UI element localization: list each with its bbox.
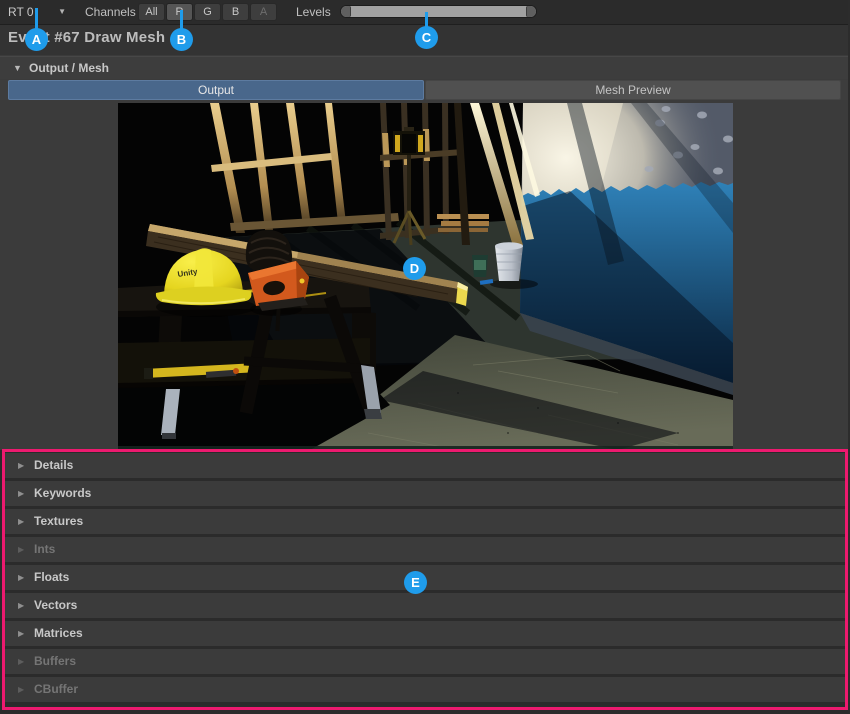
- foldout-keywords[interactable]: ▶Keywords: [4, 481, 846, 506]
- channel-a-button: A: [250, 3, 277, 21]
- foldout-collapsed-icon: ▶: [18, 537, 24, 562]
- levels-label: Levels: [296, 0, 331, 24]
- render-target-dropdown[interactable]: RT 0 ▼: [4, 2, 70, 22]
- foldout-collapsed-icon: ▶: [18, 509, 24, 534]
- channel-b-button[interactable]: B: [222, 3, 249, 21]
- frame-debugger-window: RT 0 ▼ Channels All R G B A Levels Event…: [0, 0, 850, 714]
- foldout-collapsed-icon: ▶: [18, 481, 24, 506]
- levels-slider-fill: [341, 6, 536, 17]
- levels-slider-max-handle[interactable]: [526, 6, 536, 17]
- foldout-collapsed-icon: ▶: [18, 453, 24, 478]
- output-render-preview: Unity: [118, 103, 733, 450]
- toolbar: RT 0 ▼ Channels All R G B A Levels: [0, 0, 848, 25]
- output-mesh-foldout[interactable]: ▼ Output / Mesh: [0, 56, 848, 79]
- foldout-collapsed-icon: ▶: [18, 593, 24, 618]
- foldout-cbuffer: ▶CBuffer: [4, 677, 846, 702]
- event-title: Event #67 Draw Mesh: [8, 29, 165, 46]
- foldout-buffers: ▶Buffers: [4, 649, 846, 674]
- foldout-collapsed-icon: ▶: [18, 565, 24, 590]
- foldout-expanded-icon: ▼: [13, 57, 22, 79]
- foldout-details[interactable]: ▶Details: [4, 453, 846, 478]
- foldout-matrices[interactable]: ▶Matrices: [4, 621, 846, 646]
- render-scene: Unity: [118, 103, 733, 450]
- foldout-collapsed-icon: ▶: [18, 621, 24, 646]
- levels-slider-min-handle[interactable]: [341, 6, 351, 17]
- foldout-vectors[interactable]: ▶Vectors: [4, 593, 846, 618]
- foldout-ints: ▶Ints: [4, 537, 846, 562]
- render-target-label: RT 0: [8, 2, 34, 22]
- foldout-collapsed-icon: ▶: [18, 649, 24, 674]
- channel-g-button[interactable]: G: [194, 3, 221, 21]
- channel-r-button[interactable]: R: [166, 3, 193, 21]
- foldout-floats[interactable]: ▶Floats: [4, 565, 846, 590]
- output-mesh-label: Output / Mesh: [29, 57, 109, 79]
- foldout-collapsed-icon: ▶: [18, 677, 24, 702]
- tab-output[interactable]: Output: [8, 80, 424, 100]
- tab-mesh-preview[interactable]: Mesh Preview: [425, 80, 841, 100]
- property-foldouts: ▶Details ▶Keywords ▶Textures ▶Ints ▶Floa…: [0, 450, 848, 714]
- channel-all-button[interactable]: All: [138, 3, 165, 21]
- channel-buttons: All R G B A: [138, 3, 277, 21]
- preview-tabs: Output Mesh Preview: [0, 80, 848, 100]
- chevron-down-icon: ▼: [58, 2, 66, 22]
- foldout-textures[interactable]: ▶Textures: [4, 509, 846, 534]
- event-title-strip: Event #67 Draw Mesh: [0, 25, 848, 55]
- levels-slider[interactable]: [340, 5, 537, 18]
- channels-label: Channels: [85, 0, 136, 24]
